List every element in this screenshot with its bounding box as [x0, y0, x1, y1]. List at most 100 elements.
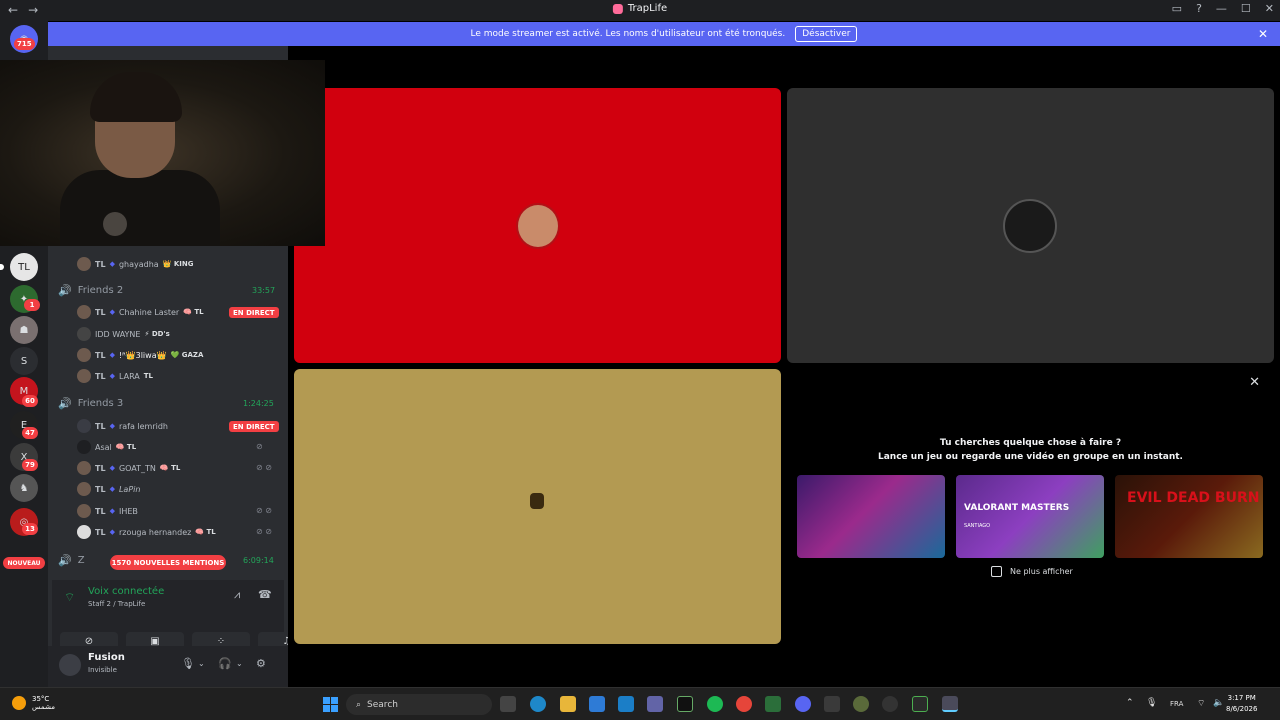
member-prefix: TL: [95, 527, 106, 537]
volume-icon[interactable]: 🔈: [1213, 698, 1224, 708]
server-icon-3[interactable]: ☗: [10, 316, 38, 344]
voice-channel-friends-2[interactable]: 🔊 Friends 2: [58, 282, 123, 298]
taskbar-clock[interactable]: 3:17 PM 8/6/2026: [1226, 693, 1257, 715]
chevron-down-icon[interactable]: ⌄: [236, 659, 243, 668]
microphone-icon[interactable]: 🎙: [181, 657, 195, 670]
disconnect-icon[interactable]: ☎: [258, 588, 272, 601]
home-badge: 715: [14, 38, 35, 50]
voice-member[interactable]: Asal 🧠 TL: [77, 438, 136, 456]
chevron-down-icon[interactable]: ⌄: [198, 659, 205, 668]
forward-arrow-icon[interactable]: →: [28, 3, 38, 17]
avatar: [77, 440, 91, 454]
headphones-icon[interactable]: 🎧: [218, 657, 232, 670]
video-tile-red[interactable]: [294, 88, 781, 363]
video-tile-gold[interactable]: [294, 369, 781, 644]
chevron-up-icon[interactable]: ⌃: [1126, 698, 1134, 708]
back-arrow-icon[interactable]: ←: [8, 3, 18, 17]
voice-member[interactable]: TL ◆ Chahine Laster 🧠 TL: [77, 303, 204, 321]
activity-subtitle: Lance un jeu ou regarde une vidéo en gro…: [878, 452, 1183, 462]
server-unread-pip: [0, 264, 4, 270]
voice-channel-z[interactable]: 🔊 Z: [58, 552, 85, 568]
member-name: !ᴿ👑3liwa👑: [118, 350, 167, 360]
checkbox[interactable]: [991, 566, 1002, 577]
new-servers-badge[interactable]: NOUVEAU: [3, 557, 45, 569]
close-window-button[interactable]: ✕: [1265, 2, 1274, 15]
calculator-icon[interactable]: [765, 696, 781, 712]
weather-widget[interactable]: 35°C مشمس: [12, 695, 55, 711]
inbox-icon[interactable]: ▭: [1172, 2, 1182, 15]
snipping-tool-icon[interactable]: [824, 696, 840, 712]
taskbar-search[interactable]: ⌕ Search: [346, 694, 492, 715]
new-mentions-pill[interactable]: 1570 NOUVELLES MENTIONS: [110, 555, 226, 570]
avatar: [77, 369, 91, 383]
avatar: [77, 348, 91, 362]
activity-card-1[interactable]: [797, 475, 945, 558]
member-name: rafa lemridh: [118, 421, 169, 431]
activity-card-sublabel: SANTIAGO: [964, 523, 991, 529]
close-banner-icon[interactable]: ✕: [1258, 27, 1268, 41]
voice-member[interactable]: IDD WAYNE ⚡ DD's: [77, 325, 170, 343]
voice-member[interactable]: TL ◆ LARA TL: [77, 367, 153, 385]
store-icon[interactable]: [618, 696, 634, 712]
voice-member[interactable]: TL ◆ GOAT_TN 🧠 TL: [77, 459, 180, 477]
voice-connected-label[interactable]: Voix connectée: [88, 586, 164, 597]
channel-name: Friends 2: [77, 284, 124, 296]
muted-icon: ⊘ ⊘: [256, 527, 272, 536]
nvidia-icon[interactable]: [912, 696, 928, 712]
traplife-taskbar-icon[interactable]: [942, 696, 958, 712]
member-prefix: TL: [95, 421, 106, 431]
activity-card-valorant[interactable]: VALORANT MASTERS SANTIAGO: [956, 475, 1104, 558]
voice-member[interactable]: TL ◆ rafa lemridh: [77, 417, 168, 435]
voice-member[interactable]: TL ◆ ghayadha 👑 KING: [77, 255, 194, 273]
activity-suggestion-panel: ✕ Tu cherches quelque chose à faire ? La…: [787, 369, 1274, 644]
app-root: ← → TrapLife ▭ ? — ☐ ✕ ◉ 715 TL ✦ 1 ☗ S …: [0, 0, 1280, 720]
terminal-icon[interactable]: [677, 696, 693, 712]
edge-icon[interactable]: [530, 696, 546, 712]
wifi-icon[interactable]: ⌔: [1197, 698, 1205, 709]
voice-member[interactable]: TL ◆ IHEB: [77, 502, 138, 520]
activity-card-evil-dead[interactable]: EVIL DEAD BURN: [1115, 475, 1263, 558]
disable-streamer-button[interactable]: Désactiver: [795, 26, 858, 42]
voice-member[interactable]: TL ◆ LaPin: [77, 480, 140, 498]
server-traplife-icon[interactable]: TL: [10, 253, 38, 281]
teams-icon[interactable]: [647, 696, 663, 712]
voice-channel-friends-3[interactable]: 🔊 Friends 3: [58, 395, 123, 411]
member-tag: 👑 KING: [162, 260, 194, 268]
discord-taskbar-icon[interactable]: [795, 696, 811, 712]
windows-start-icon[interactable]: [323, 697, 338, 712]
webcam-microphone: [103, 212, 127, 236]
obs-icon[interactable]: [853, 696, 869, 712]
avatar[interactable]: [59, 654, 81, 676]
close-activity-icon[interactable]: ✕: [1249, 375, 1260, 390]
file-explorer-icon[interactable]: [560, 696, 576, 712]
settings-gear-icon[interactable]: ⚙: [256, 657, 266, 670]
mail-icon[interactable]: [589, 696, 605, 712]
voice-member[interactable]: TL ◆ rzouga hernandez 🧠 TL: [77, 523, 216, 541]
maximize-button[interactable]: ☐: [1241, 2, 1251, 15]
dont-show-again[interactable]: Ne plus afficher: [991, 566, 1073, 577]
minimize-button[interactable]: —: [1216, 2, 1227, 15]
diamond-icon: ◆: [109, 308, 115, 316]
server-s[interactable]: S: [10, 347, 38, 375]
microphone-tray-icon[interactable]: 🎙: [1146, 698, 1157, 708]
language-indicator[interactable]: FRA: [1170, 700, 1183, 708]
activity-title: Tu cherches quelque chose à faire ?: [939, 438, 1122, 448]
user-panel: Fusion Invisible 🎙 ⌄ 🎧 ⌄ ⚙: [48, 646, 288, 687]
task-view-icon[interactable]: [500, 696, 516, 712]
username[interactable]: Fusion: [88, 652, 125, 663]
spotify-icon[interactable]: [707, 696, 723, 712]
noise-suppression-icon[interactable]: ⩘: [234, 588, 240, 602]
video-tile-gray[interactable]: [787, 88, 1274, 363]
voice-member[interactable]: TL ◆ !ᴿ👑3liwa👑 💚 GAZA: [77, 346, 203, 364]
help-icon[interactable]: ?: [1196, 2, 1202, 15]
windows-taskbar: 35°C مشمس ⌕ Search ⌃ 🎙 FRA ⌔ 🔈 3:17 PM 8…: [0, 687, 1280, 720]
chrome-icon[interactable]: [736, 696, 752, 712]
signal-icon: ⌔: [64, 590, 76, 604]
channel-timer: 6:09:14: [243, 556, 274, 565]
voice-channel-path[interactable]: Staff 2 / TrapLife: [88, 600, 145, 608]
app-icon[interactable]: [882, 696, 898, 712]
diamond-icon: ◆: [109, 260, 115, 268]
member-name: IHEB: [118, 506, 138, 516]
clock-time: 3:17 PM: [1227, 694, 1256, 702]
server-icon-8[interactable]: ♞: [10, 474, 38, 502]
